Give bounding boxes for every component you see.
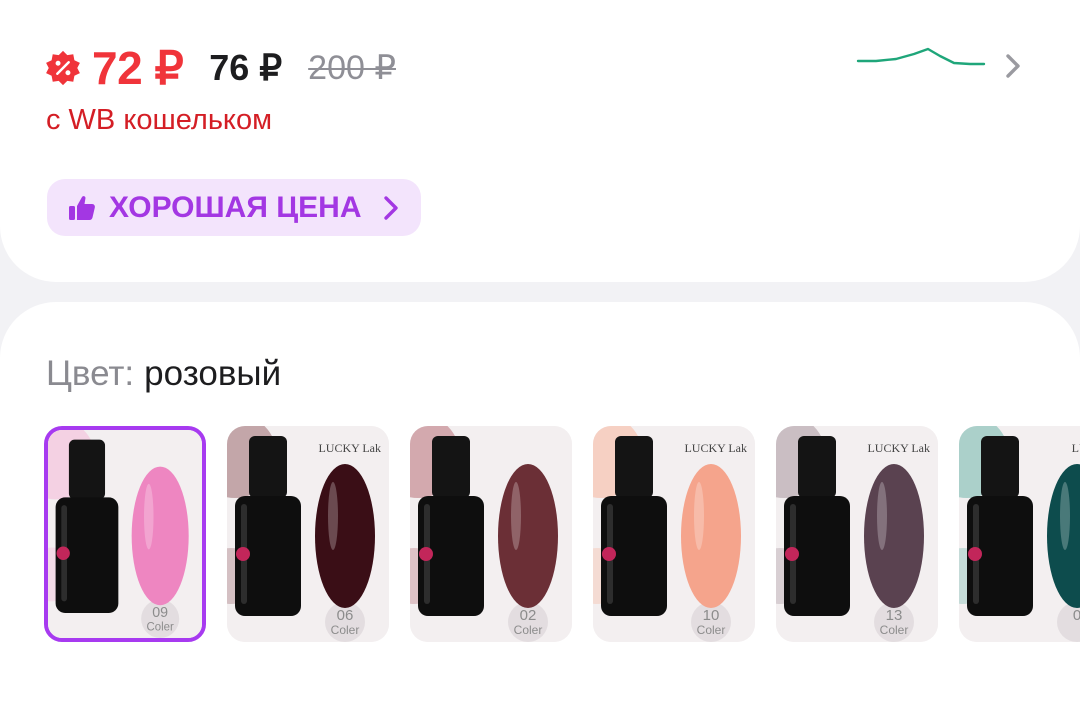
shade-number: 02 [520, 607, 537, 624]
shade-number: 10 [703, 607, 720, 624]
shade-number: 13 [886, 607, 903, 624]
bottle-cap [798, 436, 836, 498]
price-history-chevron-icon[interactable] [1004, 52, 1022, 80]
color-label: Цвет: розовый [46, 354, 281, 394]
nail-sample [315, 464, 375, 608]
shade-word: Coler [880, 623, 909, 637]
shade-number: 09 [152, 605, 168, 621]
price-row[interactable]: 72 ₽ 76 ₽ 200 ₽ [44, 38, 396, 98]
chevron-right-icon [384, 195, 399, 220]
color-swatch-06[interactable]: LUCKY Lak 06 Coler [227, 426, 389, 642]
shade-number: 0 [1073, 607, 1080, 624]
brand-label: LUCKY [1072, 441, 1080, 455]
bottle-cap [249, 436, 287, 498]
bottle-logo [968, 547, 982, 561]
brand-label: LUCKY Lak [318, 441, 381, 455]
nail-sample [131, 466, 189, 606]
shade-number: 06 [337, 607, 354, 624]
brand-label: LUCKY Lak [867, 441, 930, 455]
shade-word: Coler [331, 623, 360, 637]
bottle-logo [785, 547, 799, 561]
current-price: 72 ₽ [92, 42, 184, 94]
bottle-logo [602, 547, 616, 561]
old-price: 200 ₽ [308, 49, 396, 87]
bottle-logo [56, 546, 70, 560]
bottle-cap [432, 436, 470, 498]
regular-price: 76 ₽ [209, 47, 283, 88]
color-swatch-13[interactable]: LUCKY Lak 13 Coler [776, 426, 938, 642]
color-swatch-09[interactable]: 09 Coler [44, 426, 206, 642]
color-swatches: 09 Coler LUCKY Lak 06 Coler 02 Coler LUCKY Lak 1… [44, 426, 1080, 642]
nail-sample [498, 464, 558, 608]
bottle-cap [981, 436, 1019, 498]
good-price-label: ХОРОШАЯ ЦЕНА [109, 190, 362, 224]
discount-badge-icon [44, 49, 82, 87]
color-key: Цвет: [46, 354, 135, 393]
color-swatch-02[interactable]: 02 Coler [410, 426, 572, 642]
price-history-sparkline[interactable] [856, 42, 988, 74]
color-swatch-10[interactable]: LUCKY Lak 10 Coler [593, 426, 755, 642]
shade-word: Coler [514, 623, 543, 637]
bottle-logo [236, 547, 250, 561]
good-price-badge[interactable]: ХОРОШАЯ ЦЕНА [47, 179, 422, 236]
wallet-note: с WB кошельком [46, 104, 273, 136]
shade-word: Coler [147, 621, 174, 633]
brand-label: LUCKY Lak [684, 441, 747, 455]
bottle-cap [615, 436, 653, 498]
color-value: розовый [144, 354, 282, 393]
thumbs-up-icon [69, 195, 95, 220]
nail-sample [864, 464, 924, 608]
shade-word: Coler [697, 623, 726, 637]
bottle-logo [419, 547, 433, 561]
color-swatch-0[interactable]: LUCKY 0 [959, 426, 1080, 642]
nail-sample [681, 464, 741, 608]
bottle-cap [68, 439, 106, 500]
